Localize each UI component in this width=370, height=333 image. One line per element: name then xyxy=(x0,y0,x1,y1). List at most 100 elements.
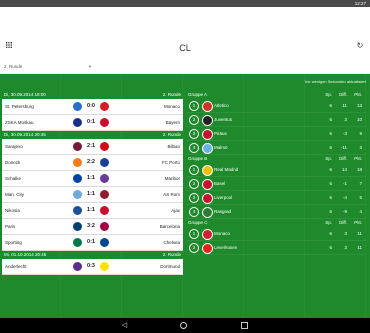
team-crest-icon xyxy=(202,193,213,204)
fixtures-list: Di, 30.09.2014 18:00 2. Runde St. Petersbu… xyxy=(2,91,183,275)
home-team-crest-icon xyxy=(73,222,82,231)
group-name: Gruppe C xyxy=(188,220,208,225)
team-crest-icon xyxy=(202,143,213,154)
team-name: Basel xyxy=(214,181,226,186)
match-row[interactable]: Nikosia 1:1 Ajax xyxy=(2,203,183,219)
team-points: 13 xyxy=(356,103,362,108)
team-diff: -11 xyxy=(340,145,347,150)
round-dropdown[interactable]: 2. Runde ▼ xyxy=(4,64,94,69)
team-points: 3 xyxy=(359,145,362,150)
group-header: Gruppe B Sp. Diff. Pkt. xyxy=(186,155,366,163)
standings-row[interactable]: 3 Liverpool 6 -4 5 xyxy=(186,191,366,205)
team-played: 6 xyxy=(329,231,332,236)
away-team-name: Monaco xyxy=(163,104,180,109)
team-played: 6 xyxy=(329,117,332,122)
team-stats: 6 -3 9 xyxy=(317,127,362,140)
home-team-crest-icon xyxy=(73,262,82,271)
match-row[interactable]: Donezk 2:2 FC Porto xyxy=(2,155,183,171)
away-team-name: Dortmund xyxy=(160,264,180,269)
team-played: 6 xyxy=(329,167,332,172)
team-stats: 6 -9 4 xyxy=(317,205,362,218)
match-row[interactable]: Sporting 0:1 Chelsea xyxy=(2,235,183,251)
refresh-icon[interactable]: ↻ xyxy=(356,42,364,50)
table-column-headers: Sp. Diff. Pkt. xyxy=(317,91,362,99)
home-icon[interactable] xyxy=(179,321,188,330)
standings-row[interactable]: 1 Atletico 6 11 13 xyxy=(186,99,366,113)
standings-row[interactable]: 2 Basel 6 -1 7 xyxy=(186,177,366,191)
team-name: Monaco xyxy=(214,231,231,236)
team-diff: 3 xyxy=(344,245,347,250)
col-points: Pkt. xyxy=(354,156,362,161)
standings-row[interactable]: 2 Juventus 6 3 10 xyxy=(186,113,366,127)
standings-row[interactable]: 2 Leverkusen 6 3 11 xyxy=(186,241,366,255)
team-name: Juventus xyxy=(214,117,233,122)
team-diff: -9 xyxy=(342,209,347,214)
match-row[interactable]: St. Petersburg 0:0 Monaco xyxy=(2,99,183,115)
team-diff: 14 xyxy=(341,167,347,172)
away-team-crest-icon xyxy=(100,206,109,215)
col-points: Pkt. xyxy=(354,92,362,97)
match-row[interactable]: Paris 3:2 Barcelona xyxy=(2,219,183,235)
match-score: 0:3 xyxy=(87,263,95,269)
home-team-crest-icon xyxy=(73,158,82,167)
home-team-crest-icon xyxy=(73,102,82,111)
match-score: 2:2 xyxy=(87,159,95,165)
team-rank: 1 xyxy=(189,229,199,239)
team-name: Liverpool xyxy=(214,195,233,200)
team-rank: 1 xyxy=(189,165,199,175)
recent-apps-icon[interactable] xyxy=(240,321,249,330)
match-row[interactable]: Anderlecht 0:3 Dortmund xyxy=(2,259,183,275)
away-team-crest-icon xyxy=(100,118,109,127)
team-crest-icon xyxy=(202,179,213,190)
home-team-name: St. Petersburg xyxy=(5,104,34,109)
team-points: 4 xyxy=(359,209,362,214)
match-score: 0:1 xyxy=(87,239,95,245)
team-crest-icon xyxy=(202,229,213,240)
team-rank: 2 xyxy=(189,115,199,125)
home-team-name: Sporting xyxy=(5,240,22,245)
team-rank: 2 xyxy=(189,179,199,189)
home-team-name: Sarajevo xyxy=(5,144,23,149)
match-row[interactable]: ZSKA Moskau 0:1 Bayern xyxy=(2,115,183,131)
status-bar: 12:27 xyxy=(0,0,370,7)
match-day-header: Mi, 01.10.2014 20:45 2. Runde xyxy=(2,251,183,259)
team-rank: 2 xyxy=(189,243,199,253)
home-team-crest-icon xyxy=(73,190,82,199)
away-team-crest-icon xyxy=(100,262,109,271)
team-rank: 1 xyxy=(189,101,199,111)
standings-row[interactable]: 1 Real Madrid 6 14 18 xyxy=(186,163,366,177)
team-played: 6 xyxy=(329,103,332,108)
team-crest-icon xyxy=(202,165,213,176)
away-team-name: Bilbao xyxy=(167,144,180,149)
col-played: Sp. xyxy=(325,156,332,161)
standings-row[interactable]: 4 Rasgrad 6 -9 4 xyxy=(186,205,366,219)
away-team-crest-icon xyxy=(100,238,109,247)
team-points: 18 xyxy=(356,167,362,172)
match-row[interactable]: Sarajevo 2:1 Bilbao xyxy=(2,139,183,155)
table-column-headers: Sp. Diff. Pkt. xyxy=(317,155,362,163)
team-name: Leverkusen xyxy=(214,245,238,250)
match-day-round: 2. Runde xyxy=(162,252,181,257)
team-crest-icon xyxy=(202,115,213,126)
team-played: 6 xyxy=(329,145,332,150)
standings-row[interactable]: 3 Piräus 6 -3 9 xyxy=(186,127,366,141)
match-row[interactable]: Schalke 1:1 Maribor xyxy=(2,171,183,187)
match-row[interactable]: Man. City 1:1 AS Rom xyxy=(2,187,183,203)
team-diff: -1 xyxy=(342,181,347,186)
team-points: 9 xyxy=(359,131,362,136)
team-diff: 3 xyxy=(344,117,347,122)
group-name: Gruppe B xyxy=(188,156,208,161)
team-diff: 3 xyxy=(344,231,347,236)
back-icon[interactable]: ◁ xyxy=(120,321,129,330)
away-team-name: Chelsea xyxy=(163,240,180,245)
standings-row[interactable]: 4 Malmö 6 -11 3 xyxy=(186,141,366,155)
home-team-crest-icon xyxy=(73,118,82,127)
match-day-date: Mi, 01.10.2014 20:45 xyxy=(4,252,47,257)
home-team-name: Man. City xyxy=(5,192,25,197)
col-diff: Diff. xyxy=(339,92,347,97)
standings-row[interactable]: 1 Monaco 6 3 11 xyxy=(186,227,366,241)
home-team-crest-icon xyxy=(73,142,82,151)
team-points: 7 xyxy=(359,181,362,186)
match-day-round: 2. Runde xyxy=(162,92,181,97)
update-status: Vor wenigen Sekunden aktualisiert xyxy=(304,79,366,84)
